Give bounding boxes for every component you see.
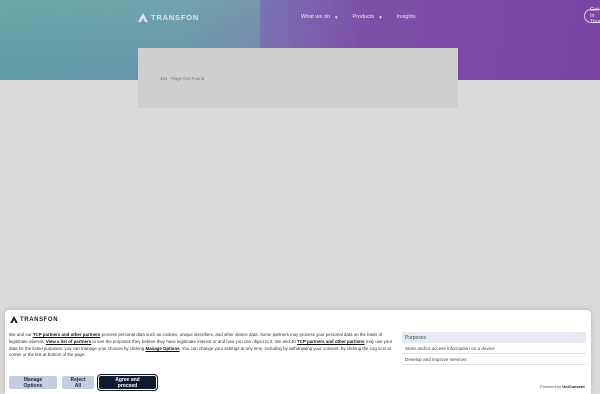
nav-item-label: What we do [301,14,331,20]
purpose-item: Develop and improve services [402,354,586,365]
content-card: 404 - Page Not Found [138,48,458,108]
reject-all-button[interactable]: Reject All [62,376,94,389]
consent-logo-text: TRANSFON [20,316,59,323]
nav-item-what-we-do[interactable]: What we do ▼ [301,14,339,20]
consent-logo: TRANSFON [10,316,58,323]
tcp-partners-link[interactable]: TCP partners and other partners [33,332,101,337]
site-logo-text: TRANSFON [151,12,200,22]
tcp-partners-link-2[interactable]: TCP partners and other partners [297,339,365,344]
agree-and-proceed-button[interactable]: Agree and proceed [97,374,158,391]
manage-options-link[interactable]: Manage Options [145,346,179,351]
chevron-down-icon: ▼ [378,14,383,20]
site-logo[interactable]: TRANSFON [138,12,200,22]
transfon-logo-icon [138,12,148,22]
transfon-logo-icon [10,316,18,323]
purposes-heading: Purposes [402,332,586,343]
nav-item-label: Insights [396,14,416,20]
consent-text-part: to see the purposes they believe they ha… [91,338,298,344]
page-not-found-message: 404 - Page Not Found [160,76,205,81]
main-nav: What we do ▼ Products ▼ Insights Get In … [301,7,600,26]
nav-item-label: Products [352,14,375,20]
get-in-touch-button[interactable]: Get In Touch [584,7,600,25]
consent-banner: TRANSFON We and our TCP partners and oth… [5,310,591,394]
nav-item-insights[interactable]: Insights [397,14,416,20]
nav-item-products[interactable]: Products ▼ [353,14,383,20]
view-partners-link[interactable]: View a list of partners [46,339,91,344]
site-header: TRANSFON What we do ▼ Products ▼ Insight… [138,7,600,26]
manage-options-button[interactable]: Manage Options [9,376,57,389]
chevron-down-icon: ▼ [334,14,339,20]
uniconsent-brand: UniConsent [562,384,585,389]
consent-text-part: We and our [9,332,33,337]
consent-description: We and our TCP partners and other partne… [9,332,393,359]
powered-by: Powered by UniConsent [540,384,585,389]
purposes-list: Purposes Store and/or access information… [402,332,586,378]
consent-buttons: Manage Options Reject All Agree and proc… [9,374,158,391]
powered-by-prefix: Powered by [540,384,562,389]
purpose-item-faded [402,365,586,376]
purpose-item: Store and/or access information on a dev… [402,343,586,354]
